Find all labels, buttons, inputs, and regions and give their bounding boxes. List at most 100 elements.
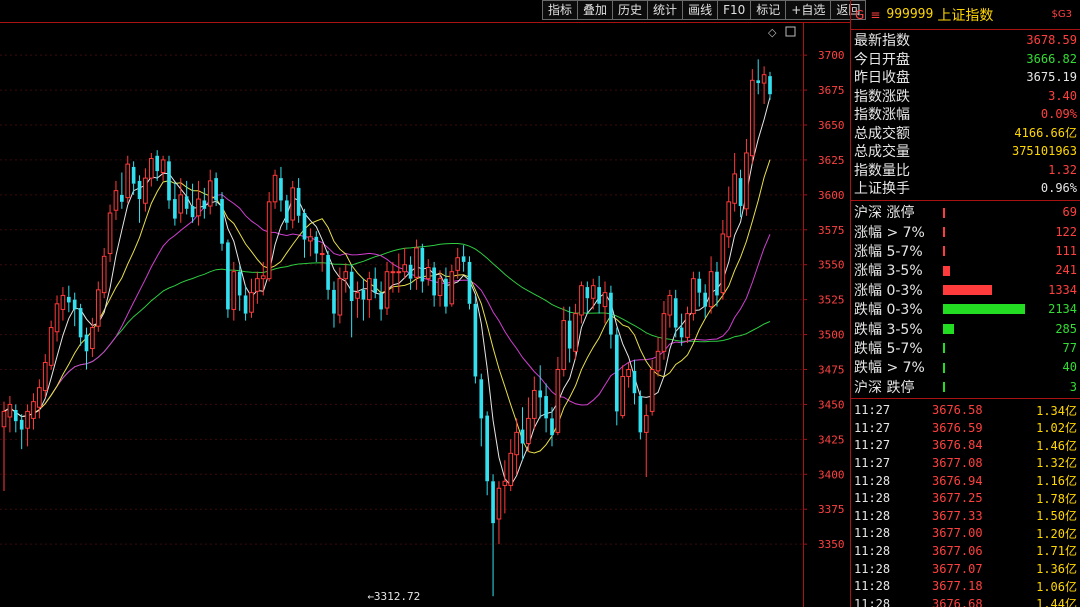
candle-body-down: [173, 199, 177, 219]
distribution-label: 涨幅 > 7%: [854, 224, 925, 241]
candle: [708, 256, 714, 314]
candle-body-down: [220, 199, 224, 244]
distribution-count: 40: [1062, 360, 1077, 375]
candle: [202, 187, 207, 219]
candle: [155, 150, 160, 181]
distribution-bar: [943, 323, 955, 334]
distribution-count: 111: [1055, 243, 1077, 258]
tick-price: 3677.25: [932, 491, 983, 506]
info-value: 3678.59: [1026, 33, 1077, 48]
info-label: 总成交量: [854, 144, 910, 161]
diamond-icon[interactable]: ◇: [768, 26, 777, 39]
candle-body-down: [296, 187, 301, 216]
distribution-label: 涨幅 3-5%: [854, 263, 923, 280]
candle: [720, 220, 726, 300]
tick-time: 11:28: [854, 508, 891, 523]
candle: [196, 180, 201, 226]
candle-body-down: [279, 178, 283, 201]
low-price-label: ←3312.72: [367, 590, 420, 603]
candle: [667, 289, 673, 328]
y-tick-label: 3450: [818, 398, 845, 411]
candle-body-down: [597, 287, 601, 304]
candle: [685, 306, 690, 343]
candle-body-up: [602, 292, 608, 308]
tick-time: 11:27: [854, 420, 891, 435]
candle-body-down: [485, 415, 489, 482]
candle: [597, 275, 601, 314]
tick-row: 11:28 3677.06 1.71亿: [851, 542, 1080, 560]
candle-body-down: [214, 178, 218, 201]
candle: [60, 287, 66, 321]
candle: [266, 192, 272, 282]
candle-body-up: [661, 313, 667, 352]
candle-body-down: [190, 206, 195, 218]
candle: [614, 327, 619, 426]
candle: [125, 155, 131, 204]
candle-body-up: [25, 410, 30, 429]
candle: [485, 411, 489, 496]
candle-body-up: [396, 271, 402, 274]
tick-list: 11:27 3676.58 1.34亿 11:27 3676.59 1.02亿 11:27 3…: [851, 399, 1080, 607]
info-row: 今日开盘 3666.82: [851, 50, 1080, 69]
candle-body-down: [137, 180, 142, 200]
candle-body-up: [337, 278, 343, 316]
candle: [226, 239, 230, 318]
g-icon[interactable]: G: [855, 8, 864, 22]
candle: [72, 292, 77, 327]
distribution-label: 跌幅 5-7%: [854, 340, 923, 357]
candle-body-up: [319, 253, 325, 256]
candle: [738, 169, 743, 218]
tick-row: 11:27 3676.59 1.02亿: [851, 419, 1080, 437]
candle: [579, 281, 584, 324]
candle: [113, 180, 119, 221]
distribution-label: 跌幅 > 7%: [854, 360, 925, 377]
candle: [1, 401, 7, 492]
candlestick-chart: 3350 3375 3400 3425 3450 3475 3500 3525 3550 3575…: [0, 22, 850, 607]
chart-top-border: [0, 22, 850, 23]
distribution-label: 跌幅 0-3%: [854, 302, 923, 319]
tick-volume: 1.32亿: [1036, 456, 1077, 471]
tick-time: 11:28: [854, 491, 891, 506]
y-tick-label: 3400: [818, 468, 845, 481]
candle: [691, 271, 696, 321]
distribution-label: 沪深 涨停: [854, 205, 915, 222]
candle: [502, 460, 508, 514]
candle-body-down: [167, 161, 171, 201]
quote-panel: G ≡ 999999 上证指数 $G3 最新指数 3678.59 今日开盘 3666.…: [850, 0, 1080, 607]
y-tick-label: 3525: [818, 294, 845, 307]
distribution-bar: [943, 265, 950, 276]
candle: [107, 204, 113, 262]
price-axis-line: [803, 22, 804, 607]
candle-body-down: [756, 80, 761, 84]
candle-body-up: [60, 294, 66, 310]
candle-body-up: [655, 350, 661, 372]
candle: [349, 264, 354, 338]
info-value: 0.96%: [1040, 181, 1077, 196]
candle: [148, 152, 154, 187]
tick-volume: 1.78亿: [1036, 491, 1077, 506]
candle-body-down: [461, 256, 466, 262]
candle-body-down: [155, 155, 160, 172]
y-tick-label: 3700: [818, 49, 845, 62]
candle: [361, 278, 366, 321]
candle: [744, 138, 749, 216]
info-row: 指数涨跌 3.40: [851, 87, 1080, 106]
candle: [508, 439, 514, 492]
candle-body-down: [314, 236, 319, 254]
candle: [13, 404, 18, 433]
tick-volume: 1.16亿: [1036, 474, 1077, 489]
distribution-bar: [943, 226, 945, 237]
candle-body-up: [590, 285, 596, 299]
window-toggle-icon[interactable]: [785, 26, 796, 37]
candle: [479, 373, 484, 447]
info-value: 4166.66亿: [1014, 126, 1077, 141]
candle-body-up: [266, 201, 272, 280]
distribution-count: 77: [1062, 340, 1077, 355]
candle: [42, 354, 48, 398]
tick-price: 3677.07: [932, 561, 983, 576]
tick-volume: 1.34亿: [1036, 403, 1077, 418]
menu-icon[interactable]: ≡: [870, 8, 880, 22]
candle: [19, 414, 24, 450]
distribution-row: 跌幅 3-5% 285: [851, 319, 1080, 338]
candle-body-up: [207, 180, 213, 207]
